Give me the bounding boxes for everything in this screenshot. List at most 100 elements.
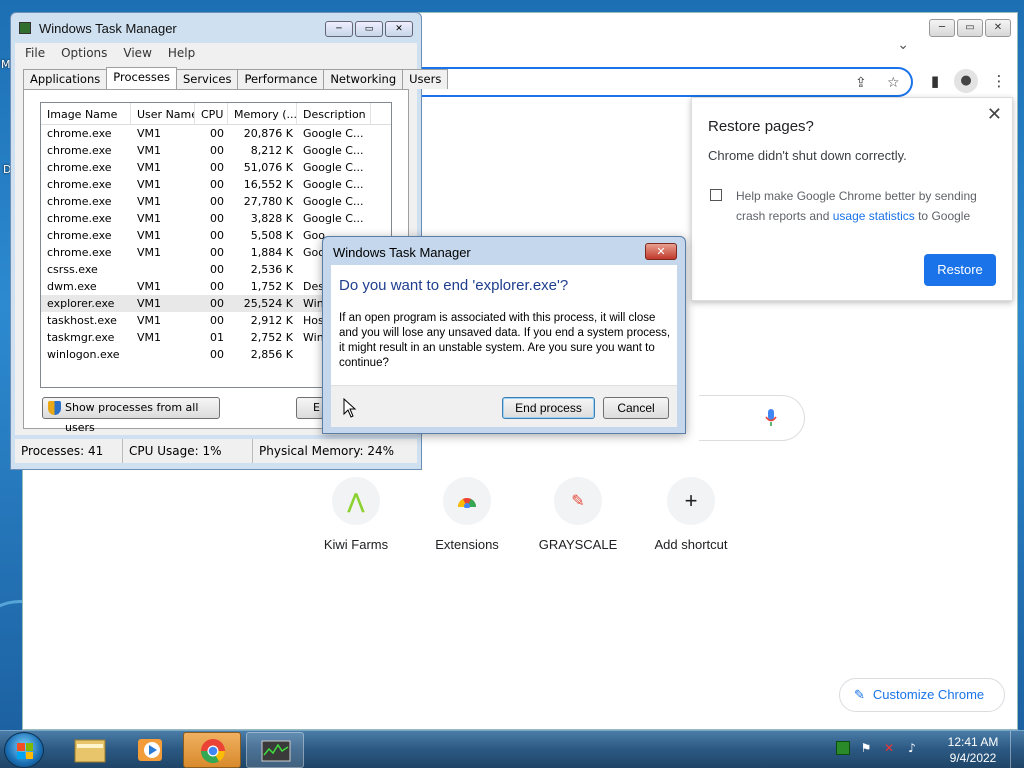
- cpu-cell: 00: [210, 178, 224, 191]
- action-center-icon[interactable]: ⚑: [859, 741, 873, 755]
- column-image-name[interactable]: Image Name: [41, 103, 131, 124]
- minimize-button[interactable]: ─: [929, 19, 955, 37]
- memory-cell: 27,780 K: [243, 195, 293, 208]
- column-description[interactable]: Description: [297, 103, 371, 124]
- task-manager-icon: [261, 740, 291, 762]
- end-process-button[interactable]: End process: [502, 397, 595, 419]
- kiwi-icon: ⋀: [332, 477, 380, 525]
- tm-tabs: Applications Processes Services Performa…: [23, 67, 449, 89]
- end-process-dialog: Windows Task Manager ✕ Do you want to en…: [322, 236, 686, 434]
- address-bar[interactable]: ⇪ ☆: [415, 67, 913, 97]
- image-name-cell: chrome.exe: [47, 161, 112, 174]
- shortcut-extensions[interactable]: Extensions: [412, 477, 522, 552]
- tm-maximize-button[interactable]: ▭: [355, 21, 383, 37]
- customize-chrome-button[interactable]: ✎ Customize Chrome: [839, 678, 1005, 712]
- dialog-message: If an open program is associated with th…: [339, 312, 671, 369]
- side-panel-icon[interactable]: ▮: [923, 69, 947, 93]
- network-disconnected-icon[interactable]: ✕: [882, 741, 896, 755]
- process-row[interactable]: chrome.exe VM1 00 51,076 K Google C...: [41, 159, 391, 176]
- tm-close-button[interactable]: ✕: [385, 21, 413, 37]
- tab-services[interactable]: Services: [175, 69, 239, 89]
- menu-file[interactable]: File: [25, 43, 45, 63]
- column-cpu[interactable]: CPU: [195, 103, 228, 124]
- green-tray-icon[interactable]: [836, 741, 850, 755]
- menu-kebab-icon[interactable]: ⋮: [987, 69, 1011, 93]
- cpu-cell: 00: [210, 229, 224, 242]
- process-row[interactable]: chrome.exe VM1 00 3,828 K Google C...: [41, 210, 391, 227]
- user-name-cell: VM1: [137, 212, 162, 225]
- menu-options[interactable]: Options: [61, 43, 107, 63]
- image-name-cell: explorer.exe: [47, 297, 115, 310]
- user-name-cell: VM1: [137, 280, 162, 293]
- shortcut-grayscale[interactable]: ✎ GRAYSCALE: [523, 477, 633, 552]
- taskbar-task-manager[interactable]: [246, 732, 304, 768]
- cpu-cell: 00: [210, 280, 224, 293]
- profile-avatar-icon[interactable]: ●: [954, 69, 978, 93]
- taskbar-chrome[interactable]: [183, 732, 241, 768]
- tab-performance[interactable]: Performance: [237, 69, 325, 89]
- tab-users[interactable]: Users: [402, 69, 449, 89]
- tab-processes[interactable]: Processes: [106, 67, 177, 89]
- tab-applications[interactable]: Applications: [23, 69, 108, 89]
- dialog-footer: End process Cancel: [331, 385, 677, 427]
- restore-button[interactable]: Restore: [924, 254, 996, 286]
- shortcut-label: Kiwi Farms: [323, 537, 389, 552]
- close-button[interactable]: ✕: [985, 19, 1011, 37]
- user-name-cell: VM1: [137, 229, 162, 242]
- volume-icon[interactable]: ♪: [905, 741, 919, 755]
- bookmark-star-icon[interactable]: ☆: [887, 75, 900, 91]
- process-row[interactable]: chrome.exe VM1 00 20,876 K Google C...: [41, 125, 391, 142]
- show-desktop-button[interactable]: [1010, 731, 1024, 768]
- tm-window-controls: ─ ▭ ✕: [325, 21, 413, 37]
- clock-date: 9/4/2022: [949, 751, 997, 765]
- crash-report-checkbox[interactable]: [710, 189, 722, 201]
- taskbar-explorer[interactable]: [62, 732, 118, 768]
- menu-view[interactable]: View: [123, 43, 151, 63]
- task-manager-app-icon: [19, 22, 31, 34]
- tab-networking[interactable]: Networking: [323, 69, 404, 89]
- memory-cell: 5,508 K: [250, 229, 293, 242]
- user-name-cell: VM1: [137, 314, 162, 327]
- cpu-cell: 01: [210, 331, 224, 344]
- show-all-processes-button[interactable]: Show processes from all users: [42, 397, 220, 434]
- windows-explorer-icon: [74, 739, 106, 763]
- start-button[interactable]: [4, 732, 44, 768]
- menu-help[interactable]: Help: [168, 43, 195, 63]
- process-row[interactable]: chrome.exe VM1 00 16,552 K Google C...: [41, 176, 391, 193]
- taskbar-media-player[interactable]: [124, 732, 180, 768]
- shortcut-kiwi-farms[interactable]: ⋀ Kiwi Farms: [301, 477, 411, 552]
- image-name-cell: chrome.exe: [47, 229, 112, 242]
- shortcut-label: Extensions: [435, 537, 499, 552]
- windows-logo-icon: [17, 743, 33, 759]
- user-name-cell: VM1: [137, 127, 162, 140]
- system-clock[interactable]: 12:41 AM 9/4/2022: [944, 734, 1002, 766]
- process-row[interactable]: chrome.exe VM1 00 27,780 K Google C...: [41, 193, 391, 210]
- memory-cell: 16,552 K: [243, 178, 293, 191]
- process-row[interactable]: chrome.exe VM1 00 8,212 K Google C...: [41, 142, 391, 159]
- system-tray: ⚑ ✕ ♪: [836, 741, 919, 755]
- user-name-cell: VM1: [137, 161, 162, 174]
- column-memory[interactable]: Memory (...: [228, 103, 297, 124]
- ntp-search-box[interactable]: [699, 395, 805, 441]
- user-name-cell: VM1: [137, 297, 162, 310]
- dialog-close-button[interactable]: ✕: [645, 243, 677, 260]
- maximize-button[interactable]: ▭: [957, 19, 983, 37]
- cpu-cell: 00: [210, 212, 224, 225]
- close-icon[interactable]: ✕: [987, 104, 1002, 125]
- cancel-button[interactable]: Cancel: [603, 397, 669, 419]
- column-user-name[interactable]: User Name: [131, 103, 195, 124]
- shortcut-add[interactable]: + Add shortcut: [636, 477, 746, 552]
- usage-statistics-link[interactable]: usage statistics: [833, 209, 915, 223]
- description-cell: Google C...: [303, 195, 364, 208]
- tm-status-bar: Processes: 41 CPU Usage: 1% Physical Mem…: [15, 439, 417, 463]
- dialog-content: Do you want to end 'explorer.exe'? If an…: [331, 265, 677, 385]
- crash-report-label: Help make Google Chrome better by sendin…: [736, 189, 977, 223]
- status-memory: Physical Memory: 24%: [259, 444, 395, 458]
- share-icon[interactable]: ⇪: [855, 75, 867, 91]
- voice-search-icon[interactable]: [765, 409, 777, 427]
- user-name-cell: VM1: [137, 178, 162, 191]
- tab-search-chevron-icon[interactable]: ⌄: [897, 37, 909, 53]
- tm-minimize-button[interactable]: ─: [325, 21, 353, 37]
- status-cpu: CPU Usage: 1%: [123, 439, 253, 463]
- cpu-cell: 00: [210, 263, 224, 276]
